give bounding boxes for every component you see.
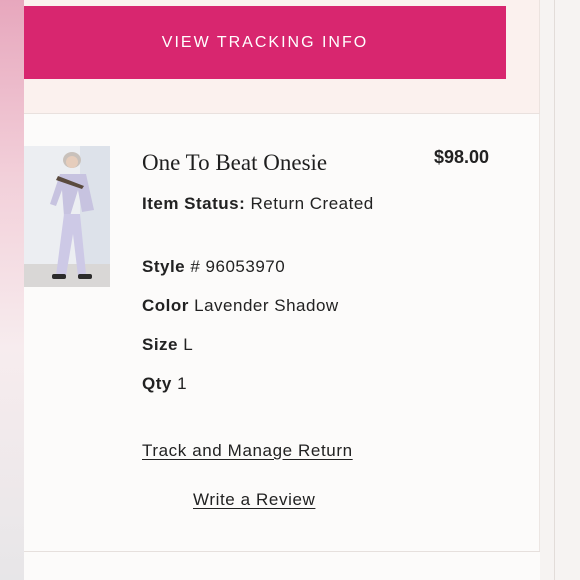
item-status-label: Item Status: <box>142 194 246 213</box>
background-edge <box>0 0 24 580</box>
item-style: Style # 96053970 <box>142 255 285 278</box>
item-color-label: Color <box>142 296 189 315</box>
item-color: Color Lavender Shadow <box>142 294 339 317</box>
item-size: Size L <box>142 333 193 356</box>
item-price: $98.00 <box>434 147 490 167</box>
product-name[interactable]: One To Beat Onesie <box>142 150 327 176</box>
item-size-label: Size <box>142 335 179 354</box>
item-style-value: # 96053970 <box>190 257 286 276</box>
item-qty-value: 1 <box>177 374 188 393</box>
tracking-panel: VIEW TRACKING INFO <box>24 0 540 113</box>
next-card-area <box>24 552 540 580</box>
write-review-link[interactable]: Write a Review <box>193 490 315 510</box>
item-qty: Qty 1 <box>142 372 187 395</box>
track-manage-return-link[interactable]: Track and Manage Return <box>142 441 353 461</box>
view-tracking-info-button[interactable]: VIEW TRACKING INFO <box>24 6 506 79</box>
item-style-label: Style <box>142 257 186 276</box>
product-image[interactable] <box>24 146 110 287</box>
item-size-value: L <box>183 335 194 354</box>
item-qty-label: Qty <box>142 374 172 393</box>
right-divider <box>554 0 555 580</box>
product-photo <box>24 146 110 287</box>
item-color-value: Lavender Shadow <box>194 296 339 315</box>
item-status: Item Status: Return Created <box>142 192 392 215</box>
right-margin <box>540 0 580 580</box>
item-status-value: Return Created <box>250 194 374 213</box>
order-item-card: One To Beat Onesie $98.00 Item Status: R… <box>24 114 540 551</box>
